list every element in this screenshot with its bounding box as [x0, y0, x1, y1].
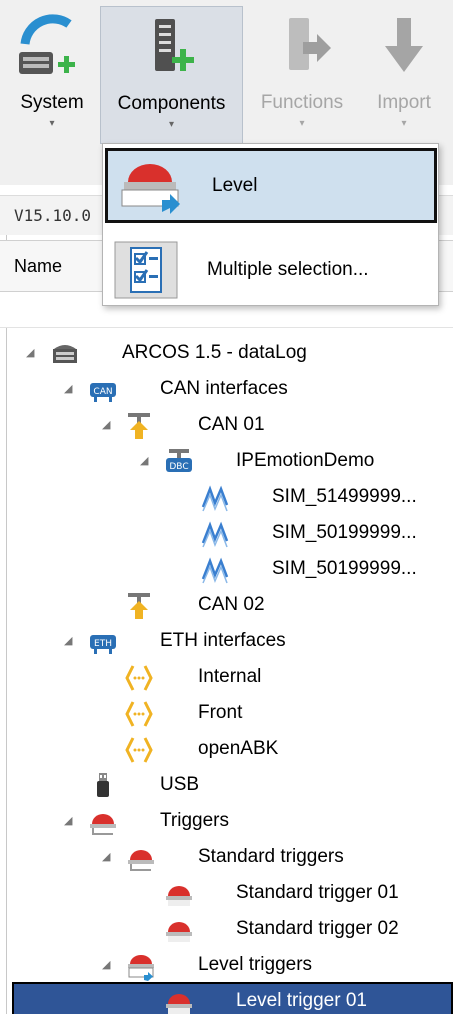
tree-node-can-01[interactable]: ◢ CAN 01	[0, 408, 453, 444]
components-icon	[137, 7, 207, 87]
tree-node-triggers[interactable]: ◢ Triggers	[0, 804, 453, 840]
trigger-icon	[166, 994, 192, 1014]
tree-node-eth-interfaces[interactable]: ◢ ETH ETH interfaces	[0, 624, 453, 660]
tree-node-label: ARCOS 1.5 - dataLog	[122, 342, 307, 363]
multiple-selection-icon	[113, 240, 183, 300]
tree-node-label: IPEmotionDemo	[236, 450, 375, 471]
tree-node-front[interactable]: Front	[0, 696, 453, 732]
tree-node-label: Triggers	[160, 810, 229, 831]
can-bus-icon: CAN	[90, 383, 116, 402]
logger-device-icon	[53, 345, 77, 363]
tree-node-label: Standard triggers	[198, 846, 344, 867]
tree-node-label: SIM_51499999...	[272, 486, 417, 507]
tree-node-can-interfaces[interactable]: ◢ CAN CAN interfaces	[0, 372, 453, 408]
expand-arrow-icon[interactable]: ◢	[102, 418, 110, 431]
eth-port-icon	[125, 737, 153, 763]
tree-node-label: CAN 02	[198, 594, 265, 615]
trigger-icon	[128, 850, 154, 871]
eth-port-icon	[125, 701, 153, 727]
menu-item-label: Level	[212, 174, 258, 196]
tree-node-label: Front	[198, 702, 243, 723]
tree-node-label: Internal	[198, 666, 262, 687]
chevron-down-icon: ▾	[49, 118, 55, 129]
tree-node-openabk[interactable]: openABK	[0, 732, 453, 768]
tree-node-can-02[interactable]: CAN 02	[0, 588, 453, 624]
tree-node-label: SIM_50199999...	[272, 522, 417, 543]
chevron-down-icon: ▾	[401, 118, 407, 129]
expand-arrow-icon[interactable]: ◢	[64, 814, 72, 827]
eth-port-icon	[125, 665, 153, 691]
components-button[interactable]: Components ▾	[100, 6, 243, 144]
usb-icon	[97, 773, 109, 797]
tree-node-ipemotiondemo[interactable]: ◢ DBC IPEmotionDemo	[0, 444, 453, 480]
trigger-icon	[90, 814, 116, 835]
menu-item-level[interactable]: Level	[105, 148, 437, 223]
svg-text:CAN: CAN	[93, 387, 112, 397]
tree-node-label: Standard trigger 01	[236, 882, 399, 903]
chevron-down-icon: ▾	[299, 118, 305, 129]
import-label: Import	[377, 92, 431, 113]
expand-arrow-icon[interactable]: ◢	[26, 346, 34, 359]
version-label: V15.10.0	[14, 206, 92, 225]
tree-node-signal[interactable]: SIM_51499999...	[0, 480, 453, 516]
level-trigger-icon	[118, 156, 188, 216]
svg-text:DBC: DBC	[169, 462, 188, 472]
tree-node-label: Level triggers	[198, 954, 313, 975]
tree-node-signal[interactable]: SIM_50199999...	[0, 552, 453, 588]
can-port-icon	[128, 413, 150, 439]
dbc-icon: DBC	[166, 449, 192, 472]
tree-node-arcos[interactable]: ◢ ARCOS 1.5 - dataLog	[0, 336, 453, 372]
expand-arrow-icon[interactable]: ◢	[102, 958, 110, 971]
tree-node-label: CAN 01	[198, 414, 265, 435]
level-trigger-icon	[128, 955, 154, 981]
tree-node-standard-trigger-02[interactable]: Standard trigger 02	[0, 912, 453, 948]
menu-item-label: Multiple selection...	[207, 259, 369, 280]
tree-node-label: SIM_50199999...	[272, 558, 417, 579]
tree-node-usb[interactable]: USB	[0, 768, 453, 804]
tree-node-internal[interactable]: Internal	[0, 660, 453, 696]
column-header-label: Name	[14, 256, 63, 276]
tree-node-level-trigger-01[interactable]: Level trigger 01	[12, 982, 453, 1014]
trigger-icon	[166, 886, 192, 906]
import-icon	[369, 6, 439, 86]
components-label: Components	[117, 93, 226, 114]
expand-arrow-icon[interactable]: ◢	[64, 382, 72, 395]
tree-node-label: ETH interfaces	[160, 630, 286, 651]
signal-icon	[201, 557, 229, 584]
system-icon	[17, 6, 87, 86]
expand-arrow-icon[interactable]: ◢	[140, 454, 148, 467]
components-dropdown-menu: Level Multiple selection...	[102, 143, 439, 306]
tree-node-standard-trigger-01[interactable]: Standard trigger 01	[0, 876, 453, 912]
svg-text:ETH: ETH	[94, 639, 112, 649]
can-port-icon	[128, 593, 150, 619]
chevron-down-icon: ▾	[168, 119, 175, 130]
eth-icon: ETH	[90, 635, 116, 654]
menu-item-multiple-selection[interactable]: Multiple selection...	[103, 231, 438, 309]
signal-icon	[201, 521, 229, 548]
import-button[interactable]: Import ▾	[366, 6, 442, 142]
functions-label: Functions	[260, 92, 344, 113]
functions-icon	[267, 6, 337, 86]
system-label: System	[20, 92, 84, 113]
expand-arrow-icon[interactable]: ◢	[102, 850, 110, 863]
functions-button[interactable]: Functions ▾	[254, 6, 350, 142]
tree-node-standard-triggers[interactable]: ◢ Standard triggers	[0, 840, 453, 876]
system-button[interactable]: System ▾	[14, 6, 90, 142]
tree-node-label: USB	[160, 774, 200, 795]
tree-node-signal[interactable]: SIM_50199999...	[0, 516, 453, 552]
expand-arrow-icon[interactable]: ◢	[64, 634, 72, 647]
tree-node-label: Level trigger 01	[236, 990, 367, 1011]
tree-node-label: CAN interfaces	[160, 378, 288, 399]
tree-node-label: openABK	[198, 738, 279, 759]
tree-node-level-triggers[interactable]: ◢ Level triggers	[0, 948, 453, 984]
tree-node-label: Standard trigger 02	[236, 918, 399, 939]
trigger-icon	[166, 922, 192, 942]
signal-icon	[201, 485, 229, 512]
